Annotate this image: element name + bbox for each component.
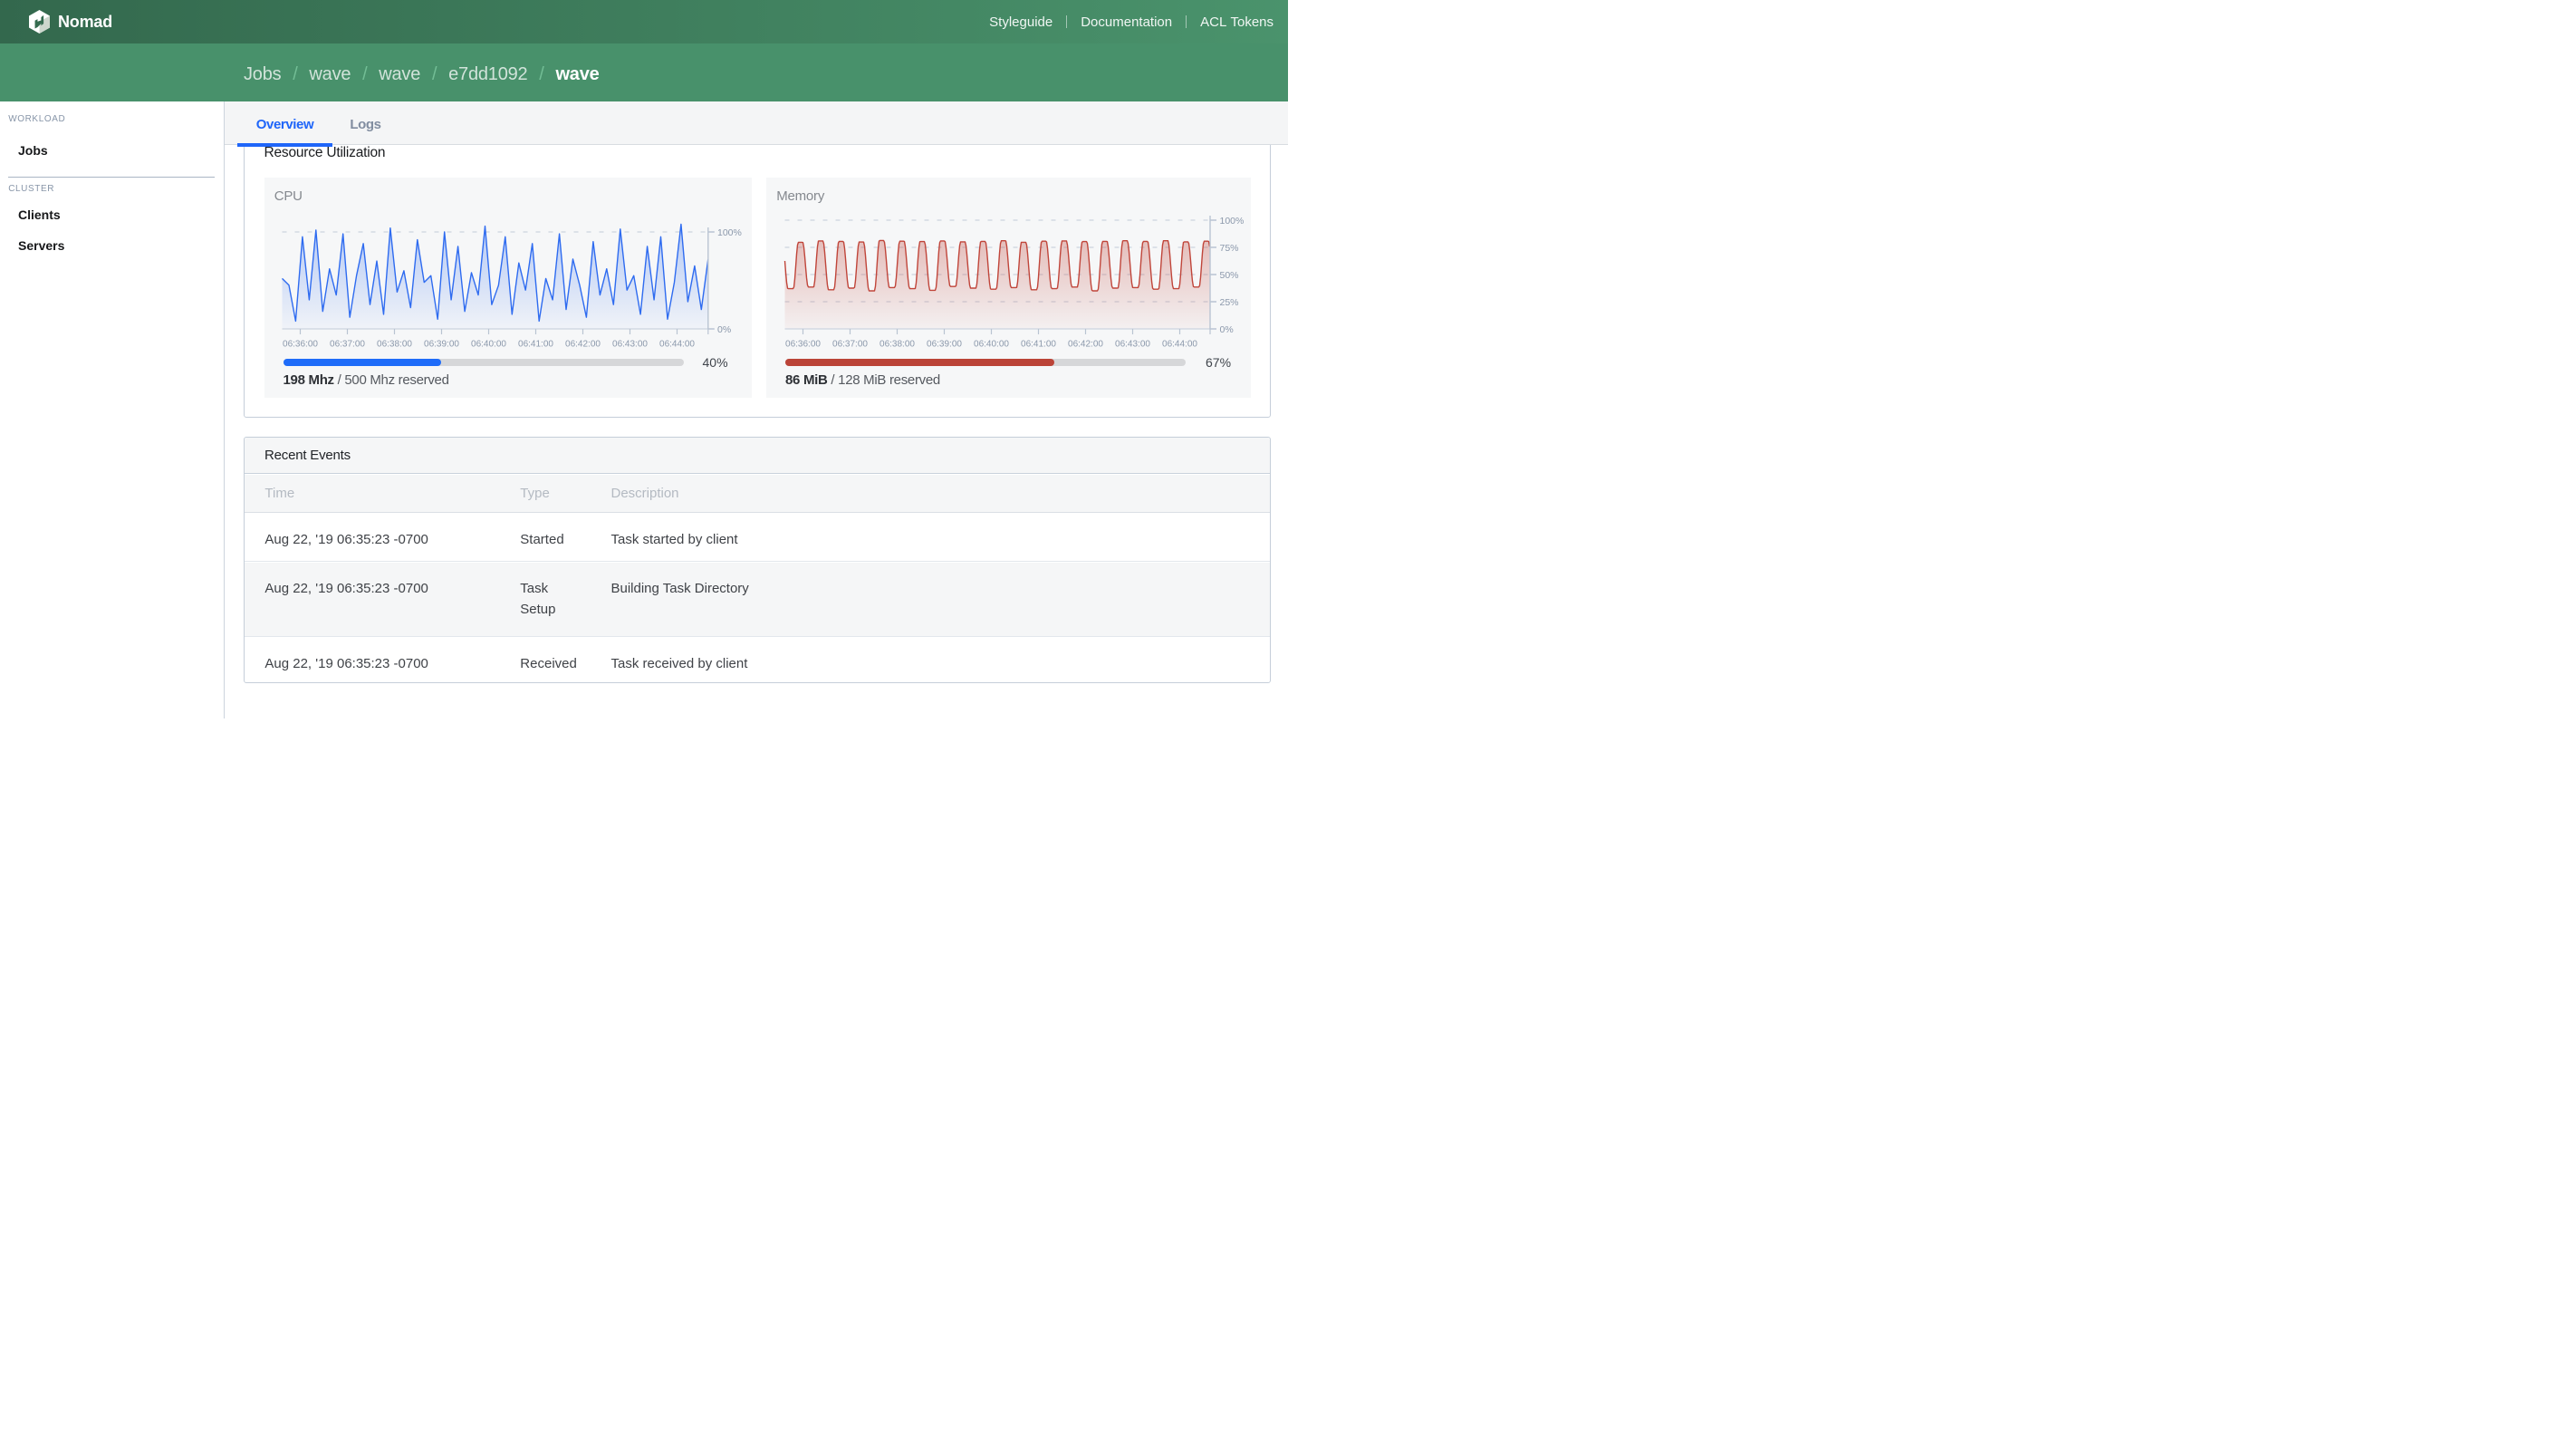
svg-text:06:39:00: 06:39:00 bbox=[927, 340, 962, 350]
svg-text:0%: 0% bbox=[1220, 324, 1234, 335]
svg-text:0%: 0% bbox=[717, 324, 731, 335]
svg-text:06:44:00: 06:44:00 bbox=[1162, 340, 1197, 350]
svg-text:06:43:00: 06:43:00 bbox=[1115, 340, 1150, 350]
svg-text:06:37:00: 06:37:00 bbox=[330, 340, 365, 350]
svg-text:06:36:00: 06:36:00 bbox=[785, 340, 821, 350]
svg-text:100%: 100% bbox=[1220, 216, 1245, 227]
svg-text:06:36:00: 06:36:00 bbox=[283, 340, 318, 350]
svg-text:75%: 75% bbox=[1220, 243, 1239, 254]
svg-text:06:38:00: 06:38:00 bbox=[377, 340, 412, 350]
svg-text:06:37:00: 06:37:00 bbox=[832, 340, 868, 350]
svg-text:100%: 100% bbox=[717, 227, 742, 238]
svg-text:06:40:00: 06:40:00 bbox=[471, 340, 506, 350]
svg-text:06:41:00: 06:41:00 bbox=[518, 340, 553, 350]
svg-text:06:40:00: 06:40:00 bbox=[974, 340, 1009, 350]
svg-text:06:39:00: 06:39:00 bbox=[424, 340, 459, 350]
svg-text:06:42:00: 06:42:00 bbox=[1068, 340, 1103, 350]
svg-text:06:41:00: 06:41:00 bbox=[1021, 340, 1056, 350]
svg-text:50%: 50% bbox=[1220, 270, 1239, 281]
svg-text:06:42:00: 06:42:00 bbox=[565, 340, 601, 350]
svg-text:06:38:00: 06:38:00 bbox=[879, 340, 915, 350]
svg-text:25%: 25% bbox=[1220, 297, 1239, 308]
svg-text:06:44:00: 06:44:00 bbox=[659, 340, 695, 350]
svg-text:06:43:00: 06:43:00 bbox=[612, 340, 648, 350]
